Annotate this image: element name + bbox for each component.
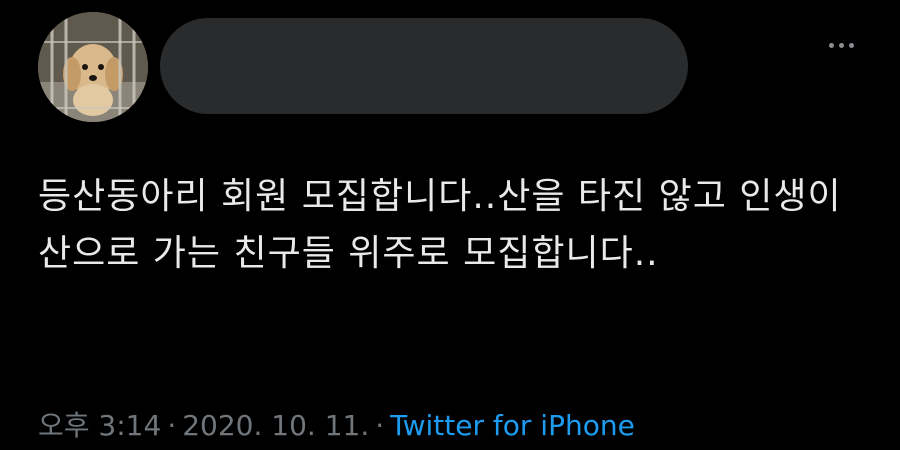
avatar[interactable]	[38, 12, 148, 122]
meta-separator: ·	[167, 409, 177, 442]
puppy-avatar-image	[38, 12, 148, 122]
more-dot	[828, 42, 834, 48]
more-options-icon[interactable]	[818, 34, 864, 56]
meta-separator: ·	[375, 409, 385, 442]
tweet-meta: 오후 3:14 · 2020. 10. 11. · Twitter for iPhone	[38, 408, 635, 444]
more-dot	[838, 42, 844, 48]
more-dot	[848, 42, 854, 48]
tweet-source-link[interactable]: Twitter for iPhone	[390, 409, 635, 442]
tweet-card: 등산동아리 회원 모집합니다..산을 타진 않고 인생이 산으로 가는 친구들 …	[0, 0, 900, 450]
tweet-time[interactable]: 오후 3:14	[38, 409, 161, 442]
tweet-text: 등산동아리 회원 모집합니다..산을 타진 않고 인생이 산으로 가는 친구들 …	[38, 176, 842, 274]
redacted-user-name	[160, 18, 688, 114]
tweet-date[interactable]: 2020. 10. 11.	[182, 409, 369, 442]
